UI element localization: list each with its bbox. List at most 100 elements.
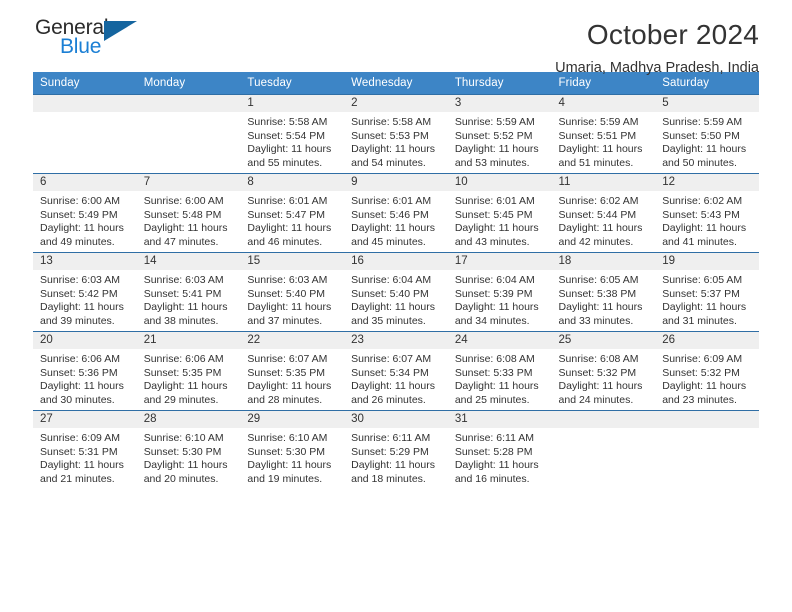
sunset-time: Sunset: 5:29 PM: [351, 445, 429, 458]
calendar-day-cell[interactable]: 10 Sunrise: 6:01 AM Sunset: 5:45 PM Dayligh…: [447, 173, 552, 253]
calendar-day-cell[interactable]: 31 Sunrise: 6:11 AM Sunset: 5:28 PM Dayligh…: [447, 410, 552, 489]
sunrise-time: Sunrise: 6:07 AM: [351, 353, 432, 365]
sunset-time: Sunset: 5:39 PM: [454, 287, 533, 300]
daylight-duration-line1: Daylight: 11 hours: [351, 301, 435, 314]
day-number: 26: [655, 332, 759, 349]
sunset-time: Sunset: 5:34 PM: [351, 366, 429, 379]
daylight-duration-line2: and 46 minutes.: [247, 235, 323, 248]
daylight-duration-line1: Daylight: 11 hours: [351, 222, 435, 235]
day-sun-info: Sunrise: 6:02 AM Sunset: 5:44 PM Daylight:…: [552, 191, 656, 249]
logo-text-blue: Blue: [60, 35, 102, 58]
day-number: 22: [240, 332, 345, 349]
calendar-day-cell[interactable]: 3 Sunrise: 5:59 AM Sunset: 5:52 PM Daylight…: [447, 94, 552, 174]
daylight-duration-line1: Daylight: 11 hours: [247, 222, 332, 235]
daylight-duration-line2: and 41 minutes.: [662, 235, 737, 248]
daylight-duration-line2: and 30 minutes.: [40, 393, 115, 406]
daylight-duration-line2: and 49 minutes.: [40, 235, 115, 248]
day-sun-info: Sunrise: 5:59 AM Sunset: 5:52 PM Daylight:…: [448, 112, 552, 170]
daylight-duration-line1: Daylight: 11 hours: [143, 380, 228, 393]
calendar-day-cell[interactable]: 26 Sunrise: 6:09 AM Sunset: 5:32 PM Dayligh…: [655, 331, 759, 411]
calendar-day-cell[interactable]: 24 Sunrise: 6:08 AM Sunset: 5:33 PM Dayligh…: [447, 331, 552, 411]
day-cell-content: [655, 411, 759, 489]
daylight-duration-line2: and 25 minutes.: [454, 393, 530, 406]
daylight-duration-line1: Daylight: 11 hours: [40, 380, 124, 393]
day-number: 6: [33, 174, 137, 191]
calendar-day-cell[interactable]: 30 Sunrise: 6:11 AM Sunset: 5:29 PM Dayligh…: [344, 410, 448, 489]
logo-triangle-icon: [104, 21, 137, 41]
calendar-day-cell[interactable]: 21 Sunrise: 6:06 AM Sunset: 5:35 PM Dayligh…: [136, 331, 241, 411]
sunrise-time: Sunrise: 6:07 AM: [247, 353, 328, 365]
calendar-day-cell[interactable]: 11 Sunrise: 6:02 AM Sunset: 5:44 PM Dayligh…: [551, 173, 656, 253]
day-number: 10: [447, 174, 552, 191]
calendar-day-cell[interactable]: 18 Sunrise: 6:05 AM Sunset: 5:38 PM Dayligh…: [551, 252, 656, 332]
day-sun-info: Sunrise: 6:01 AM Sunset: 5:46 PM Daylight:…: [344, 191, 448, 249]
sunset-time: Sunset: 5:52 PM: [454, 129, 533, 142]
calendar-day-cell[interactable]: 7 Sunrise: 6:00 AM Sunset: 5:48 PM Daylight…: [136, 173, 241, 253]
day-number: 13: [33, 253, 137, 270]
day-number: 28: [136, 411, 241, 428]
calendar-day-cell[interactable]: 20 Sunrise: 6:06 AM Sunset: 5:36 PM Dayligh…: [33, 331, 137, 411]
day-sun-info: Sunrise: 6:08 AM Sunset: 5:32 PM Daylight:…: [552, 349, 656, 407]
sunrise-time: Sunrise: 6:10 AM: [143, 432, 224, 444]
sunset-time: Sunset: 5:53 PM: [351, 129, 429, 142]
calendar-page: General Blue October 2024 Umaria, Madhya…: [0, 0, 792, 612]
calendar-day-cell[interactable]: 12 Sunrise: 6:02 AM Sunset: 5:43 PM Dayligh…: [655, 173, 759, 253]
day-cell-content: [136, 95, 241, 173]
day-sun-info: [552, 428, 656, 432]
day-sun-info: Sunrise: 6:00 AM Sunset: 5:49 PM Daylight:…: [33, 191, 137, 249]
calendar-day-cell[interactable]: 4 Sunrise: 5:59 AM Sunset: 5:51 PM Daylight…: [551, 94, 656, 174]
daylight-duration-line1: Daylight: 11 hours: [247, 459, 332, 472]
calendar-day-cell[interactable]: 25 Sunrise: 6:08 AM Sunset: 5:32 PM Dayligh…: [551, 331, 656, 411]
sunset-time: Sunset: 5:50 PM: [662, 129, 740, 142]
day-sun-info: Sunrise: 6:02 AM Sunset: 5:43 PM Daylight:…: [655, 191, 759, 249]
calendar-day-cell[interactable]: 5 Sunrise: 5:59 AM Sunset: 5:50 PM Daylight…: [655, 94, 759, 174]
day-sun-info: Sunrise: 6:09 AM Sunset: 5:32 PM Daylight:…: [655, 349, 759, 407]
sunrise-time: Sunrise: 6:06 AM: [143, 353, 224, 365]
day-number: [33, 95, 137, 112]
sunset-time: Sunset: 5:35 PM: [247, 366, 326, 379]
daylight-duration-line1: Daylight: 11 hours: [558, 222, 643, 235]
day-sun-info: Sunrise: 6:00 AM Sunset: 5:48 PM Daylight:…: [137, 191, 241, 249]
day-cell-content: 25 Sunrise: 6:08 AM Sunset: 5:32 PM Dayligh…: [551, 332, 656, 410]
day-cell-content: 21 Sunrise: 6:06 AM Sunset: 5:35 PM Dayligh…: [136, 332, 241, 410]
calendar-day-cell[interactable]: 27 Sunrise: 6:09 AM Sunset: 5:31 PM Dayligh…: [33, 410, 137, 489]
calendar-day-cell[interactable]: 1 Sunrise: 5:58 AM Sunset: 5:54 PM Daylight…: [240, 94, 345, 174]
day-sun-info: Sunrise: 6:11 AM Sunset: 5:29 PM Daylight:…: [344, 428, 448, 486]
sunrise-time: Sunrise: 6:11 AM: [351, 432, 431, 444]
daylight-duration-line1: Daylight: 11 hours: [662, 143, 747, 156]
calendar-day-cell[interactable]: 13 Sunrise: 6:03 AM Sunset: 5:42 PM Dayligh…: [33, 252, 137, 332]
sunrise-time: Sunrise: 6:00 AM: [40, 195, 120, 207]
sunrise-time: Sunrise: 6:08 AM: [558, 353, 639, 365]
calendar-day-cell[interactable]: 2 Sunrise: 5:58 AM Sunset: 5:53 PM Daylight…: [344, 94, 448, 174]
day-cell-content: [33, 95, 137, 173]
calendar-day-cell[interactable]: 14 Sunrise: 6:03 AM Sunset: 5:41 PM Dayligh…: [136, 252, 241, 332]
sunset-time: Sunset: 5:42 PM: [40, 287, 118, 300]
generalblue-logo: General Blue: [33, 16, 163, 64]
day-cell-content: 7 Sunrise: 6:00 AM Sunset: 5:48 PM Daylight…: [136, 174, 241, 252]
calendar-day-cell[interactable]: 19 Sunrise: 6:05 AM Sunset: 5:37 PM Dayligh…: [655, 252, 759, 332]
calendar-day-cell[interactable]: 23 Sunrise: 6:07 AM Sunset: 5:34 PM Dayligh…: [344, 331, 448, 411]
sunrise-time: Sunrise: 6:05 AM: [662, 274, 743, 286]
calendar-day-cell[interactable]: 9 Sunrise: 6:01 AM Sunset: 5:46 PM Daylight…: [344, 173, 448, 253]
day-sun-info: Sunrise: 6:11 AM Sunset: 5:28 PM Daylight:…: [448, 428, 552, 486]
daylight-duration-line2: and 31 minutes.: [662, 314, 737, 327]
calendar-day-cell[interactable]: 29 Sunrise: 6:10 AM Sunset: 5:30 PM Dayligh…: [240, 410, 345, 489]
calendar-day-cell[interactable]: 6 Sunrise: 6:00 AM Sunset: 5:49 PM Daylight…: [33, 173, 137, 253]
calendar-day-cell[interactable]: 22 Sunrise: 6:07 AM Sunset: 5:35 PM Dayligh…: [240, 331, 345, 411]
calendar-day-cell[interactable]: 8 Sunrise: 6:01 AM Sunset: 5:47 PM Daylight…: [240, 173, 345, 253]
day-sun-info: Sunrise: 6:06 AM Sunset: 5:35 PM Daylight:…: [137, 349, 241, 407]
day-sun-info: [137, 112, 241, 116]
day-sun-info: [655, 428, 759, 432]
sunrise-time: Sunrise: 5:59 AM: [454, 116, 535, 128]
calendar-day-cell[interactable]: 16 Sunrise: 6:04 AM Sunset: 5:40 PM Dayligh…: [344, 252, 448, 332]
calendar-day-cell[interactable]: 17 Sunrise: 6:04 AM Sunset: 5:39 PM Dayligh…: [447, 252, 552, 332]
calendar-day-cell[interactable]: 15 Sunrise: 6:03 AM Sunset: 5:40 PM Dayligh…: [240, 252, 345, 332]
daylight-duration-line2: and 23 minutes.: [662, 393, 737, 406]
day-number: 1: [240, 95, 345, 112]
calendar-week-row: 13 Sunrise: 6:03 AM Sunset: 5:42 PM Dayligh…: [33, 252, 759, 332]
day-number: 16: [344, 253, 448, 270]
calendar-day-cell[interactable]: 28 Sunrise: 6:10 AM Sunset: 5:30 PM Dayligh…: [136, 410, 241, 489]
daylight-duration-line1: Daylight: 11 hours: [143, 459, 228, 472]
sunrise-time: Sunrise: 6:06 AM: [40, 353, 120, 365]
calendar-body: 1 Sunrise: 5:58 AM Sunset: 5:54 PM Daylight…: [33, 94, 759, 489]
